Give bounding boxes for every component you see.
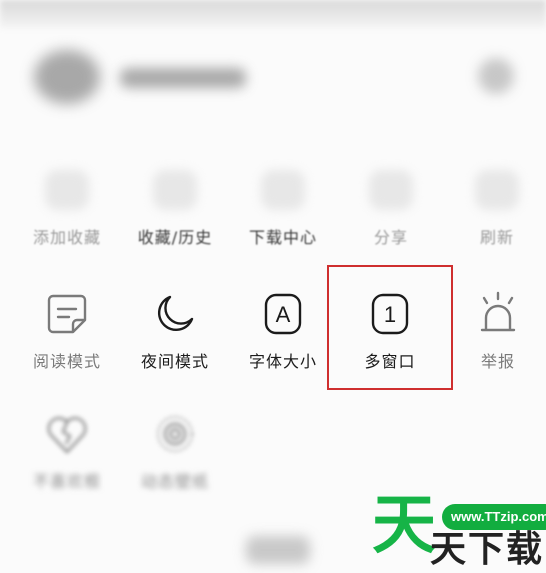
reading-mode-button[interactable]: 阅读模式 <box>13 290 121 386</box>
wallpaper-icon <box>151 410 199 458</box>
bookmark-add-icon <box>43 166 91 214</box>
night-mode-label: 夜间模式 <box>140 352 209 371</box>
refresh-button[interactable]: 刷新 <box>443 166 546 262</box>
share-button[interactable]: 分享 <box>337 166 445 262</box>
live-wallpaper-button[interactable]: 动态壁纸 <box>121 410 229 506</box>
close-menu-button[interactable] <box>246 536 310 564</box>
share-icon <box>367 166 415 214</box>
alarm-icon <box>474 290 522 338</box>
history-icon <box>151 166 199 214</box>
avatar[interactable] <box>34 50 100 104</box>
report-button[interactable]: 举报 <box>444 290 546 386</box>
refresh-icon <box>473 166 521 214</box>
watermark-url: www.TTzip.com <box>442 504 546 530</box>
add-bookmark-button[interactable]: 添加收藏 <box>13 166 121 262</box>
watermark-text: 天下载 <box>430 529 545 570</box>
live-wallpaper-label: 动态壁纸 <box>140 472 209 491</box>
dislike-label: 不喜欢根 <box>32 472 101 491</box>
highlight-frame <box>327 265 453 390</box>
night-mode-button[interactable]: 夜间模式 <box>121 290 229 386</box>
share-label: 分享 <box>373 228 408 247</box>
font-size-icon: A <box>259 290 307 338</box>
broken-heart-icon <box>43 410 91 458</box>
refresh-label: 刷新 <box>479 228 514 247</box>
font-size-label: 字体大小 <box>248 352 317 371</box>
bookmarks-history-button[interactable]: 收藏/历史 <box>121 166 229 262</box>
account-name <box>120 68 246 88</box>
reading-mode-icon <box>43 290 91 338</box>
account-row[interactable] <box>0 40 546 110</box>
watermark-logo: 天 <box>372 489 436 563</box>
settings-icon[interactable] <box>478 58 514 94</box>
bookmarks-history-label: 收藏/历史 <box>137 228 213 247</box>
add-bookmark-label: 添加收藏 <box>32 228 101 247</box>
font-size-glyph: A <box>276 302 291 327</box>
report-label: 举报 <box>480 352 515 371</box>
download-center-button[interactable]: 下载中心 <box>229 166 337 262</box>
reading-mode-label: 阅读模式 <box>32 352 101 371</box>
dislike-button[interactable]: 不喜欢根 <box>13 410 121 506</box>
download-center-label: 下载中心 <box>248 228 317 247</box>
blurred-top-bar <box>0 0 546 28</box>
watermark: 天 www.TTzip.com 天下载 <box>372 489 546 573</box>
download-icon <box>259 166 307 214</box>
font-size-button[interactable]: A 字体大小 <box>229 290 337 386</box>
moon-icon <box>151 290 199 338</box>
browser-menu-panel: 添加收藏 收藏/历史 下载中心 分享 刷新 阅读模式 夜间模式 A 字体大小 1… <box>0 0 546 573</box>
